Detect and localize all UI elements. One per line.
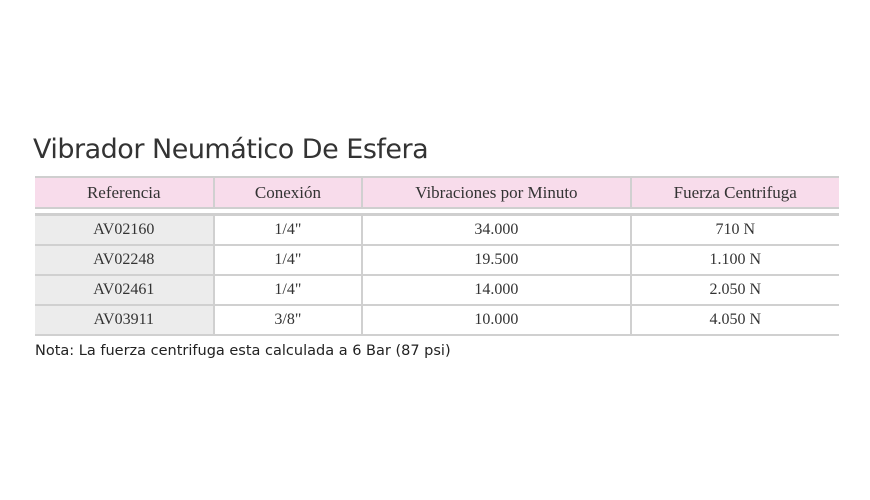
- cell-conexion: 1/4": [212, 275, 363, 306]
- table-row: AV02461 1/4" 14.000 2.050 N: [35, 275, 839, 306]
- cell-vibraciones: 19.500: [361, 245, 631, 276]
- cell-conexion: 1/4": [212, 245, 363, 276]
- cell-fuerza: 1.100 N: [629, 245, 839, 276]
- cell-fuerza: 710 N: [629, 214, 839, 246]
- cell-vibraciones: 34.000: [361, 214, 631, 246]
- cell-referencia: AV02461: [35, 275, 214, 306]
- cell-referencia: AV03911: [35, 305, 214, 336]
- header-fuerza: Fuerza Centrifuga: [629, 176, 839, 209]
- cell-conexion: 1/4": [212, 214, 363, 246]
- table-row: AV03911 3/8" 10.000 4.050 N: [35, 305, 839, 336]
- footnote: Nota: La fuerza centrifuga esta calculad…: [35, 343, 451, 359]
- table-row: AV02160 1/4" 34.000 710 N: [35, 214, 839, 246]
- header-conexion: Conexión: [212, 176, 363, 209]
- cell-fuerza: 2.050 N: [629, 275, 839, 306]
- page-title: Vibrador Neumático De Esfera: [33, 134, 429, 165]
- table-row: AV02248 1/4" 19.500 1.100 N: [35, 245, 839, 276]
- cell-conexion: 3/8": [212, 305, 363, 336]
- header-referencia: Referencia: [35, 176, 214, 209]
- table-header-row: Referencia Conexión Vibraciones por Minu…: [35, 176, 839, 209]
- cell-vibraciones: 10.000: [361, 305, 631, 336]
- specs-table: Referencia Conexión Vibraciones por Minu…: [35, 176, 839, 336]
- cell-fuerza: 4.050 N: [629, 305, 839, 336]
- cell-vibraciones: 14.000: [361, 275, 631, 306]
- cell-referencia: AV02248: [35, 245, 214, 276]
- cell-referencia: AV02160: [35, 214, 214, 246]
- header-vibraciones: Vibraciones por Minuto: [361, 176, 631, 209]
